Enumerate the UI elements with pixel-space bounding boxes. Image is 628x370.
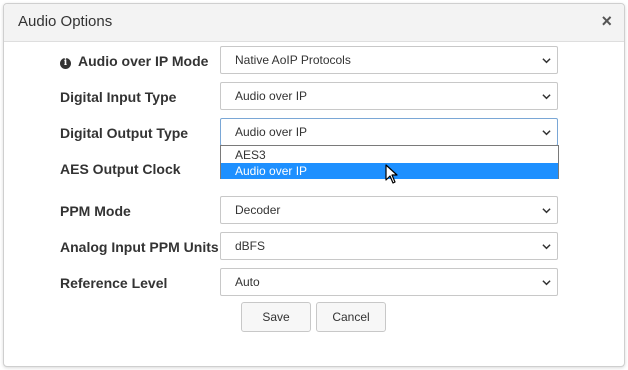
digital-output-type-select[interactable]: Audio over IP <box>220 118 558 146</box>
info-icon[interactable]: i <box>60 58 71 69</box>
audio-over-ip-mode-label: i Audio over IP Mode <box>60 53 208 69</box>
audio-over-ip-mode-select[interactable]: Native AoIP Protocols <box>220 46 558 74</box>
digital-input-type-label: Digital Input Type <box>60 89 177 105</box>
select-value: Auto <box>235 275 260 289</box>
select-value: Decoder <box>235 203 281 217</box>
digital-input-type-select[interactable]: Audio over IP <box>220 82 558 110</box>
aes-output-clock-label: AES Output Clock <box>60 161 181 177</box>
cancel-button[interactable]: Cancel <box>316 302 386 332</box>
ppm-mode-select[interactable]: Decoder <box>220 196 558 224</box>
label-text: Audio over IP Mode <box>78 53 209 69</box>
chevron-down-icon <box>542 244 551 250</box>
reference-level-select[interactable]: Auto <box>220 268 558 296</box>
analog-input-ppm-units-label: Analog Input PPM Units <box>60 239 219 255</box>
select-value: Audio over IP <box>235 125 308 139</box>
select-value: Audio over IP <box>235 89 308 103</box>
reference-level-label: Reference Level <box>60 275 168 291</box>
chevron-down-icon <box>542 94 551 100</box>
select-value: dBFS <box>235 239 266 253</box>
chevron-down-icon <box>542 130 551 136</box>
chevron-down-icon <box>542 208 551 214</box>
ppm-mode-label: PPM Mode <box>60 203 131 219</box>
select-value: Native AoIP Protocols <box>235 53 351 67</box>
dropdown-option-aes3[interactable]: AES3 <box>221 147 558 163</box>
close-icon[interactable]: × <box>601 11 612 32</box>
chevron-down-icon <box>542 58 551 64</box>
dialog-header: Audio Options × <box>4 4 624 42</box>
analog-input-ppm-units-select[interactable]: dBFS <box>220 232 558 260</box>
save-button[interactable]: Save <box>241 302 311 332</box>
digital-output-type-label: Digital Output Type <box>60 125 189 141</box>
dialog-title: Audio Options <box>18 13 113 30</box>
mouse-cursor-icon <box>385 164 398 184</box>
chevron-down-icon <box>542 280 551 286</box>
